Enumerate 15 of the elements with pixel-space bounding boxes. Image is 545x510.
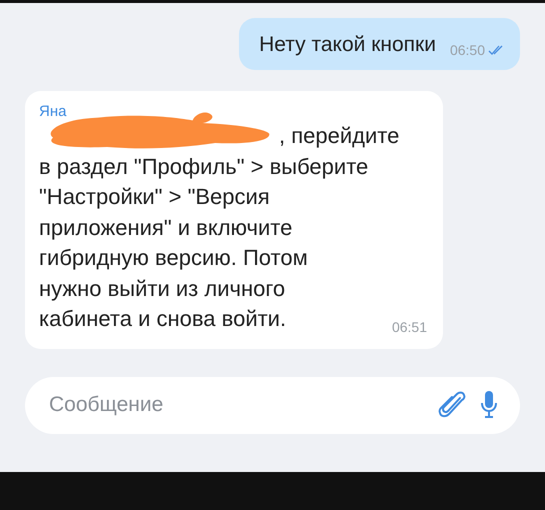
sender-name: Яна bbox=[39, 103, 66, 120]
message-text: кабинета и снова войти. bbox=[39, 305, 286, 333]
message-text: нужно выйти из личного bbox=[39, 274, 286, 303]
message-input[interactable]: Сообщение bbox=[47, 392, 424, 418]
message-time: 06:50 bbox=[450, 42, 485, 58]
paperclip-icon[interactable] bbox=[438, 390, 466, 420]
message-text: , перейдите bbox=[279, 122, 400, 150]
message-text: в раздел "Профиль" > выберите bbox=[39, 152, 368, 181]
message-time: 06:51 bbox=[392, 318, 427, 334]
message-text: гибридную версию. Потом bbox=[39, 244, 308, 272]
message-text: Нету такой кнопки bbox=[259, 32, 436, 58]
microphone-icon[interactable] bbox=[480, 390, 498, 420]
message-field[interactable]: Сообщение bbox=[25, 376, 520, 434]
message-text: приложения" и включите bbox=[39, 214, 292, 242]
message-text: "Настройки" > "Версия bbox=[39, 183, 270, 211]
